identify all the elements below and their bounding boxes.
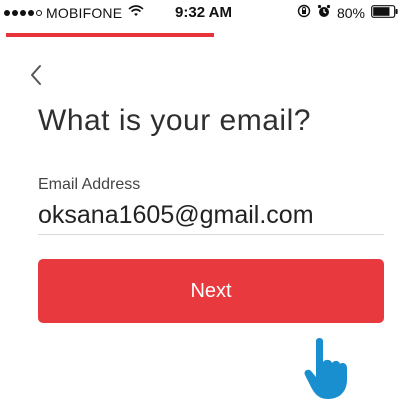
status-bar: MOBIFONE 9:32 AM 80%	[0, 0, 407, 26]
progress-fill	[6, 33, 214, 37]
status-right: 80%	[297, 4, 399, 21]
progress-bar	[0, 33, 407, 37]
email-label: Email Address	[38, 176, 141, 193]
page-title: What is your email?	[38, 104, 311, 137]
next-button[interactable]: Next	[38, 259, 384, 323]
battery-icon	[371, 4, 399, 21]
back-button[interactable]	[26, 62, 48, 88]
battery-percent: 80%	[336, 4, 365, 21]
chevron-left-icon	[31, 65, 41, 85]
email-field[interactable]	[38, 197, 384, 235]
hand-pointer-icon	[304, 335, 350, 401]
orientation-lock-icon	[297, 4, 311, 21]
alarm-icon	[317, 4, 331, 21]
